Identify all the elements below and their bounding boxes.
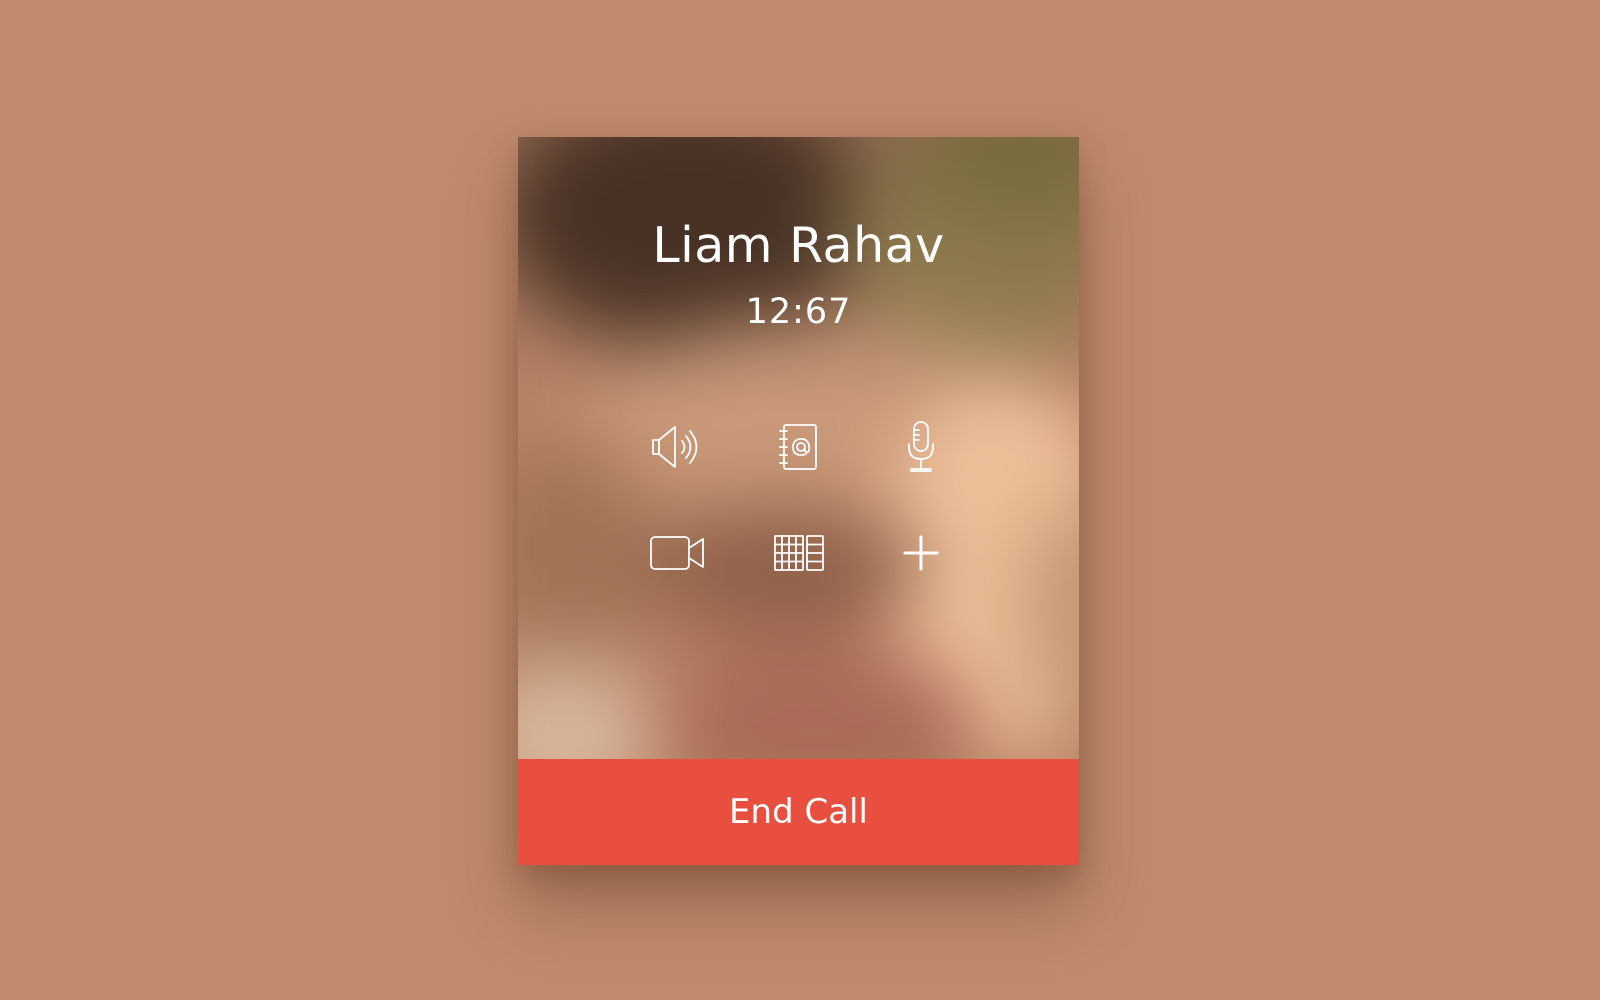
- end-call-button[interactable]: End Call: [518, 759, 1079, 865]
- keypad-icon: [774, 535, 824, 571]
- microphone-icon: [908, 421, 934, 472]
- caller-name: Liam Rahav: [652, 217, 945, 274]
- mute-button[interactable]: [886, 412, 956, 482]
- add-call-button[interactable]: [886, 518, 956, 588]
- video-camera-icon: [650, 536, 704, 570]
- call-duration: 12:67: [745, 292, 852, 332]
- contacts-button[interactable]: [764, 412, 834, 482]
- speaker-icon: [652, 426, 698, 468]
- video-button[interactable]: [642, 518, 712, 588]
- plus-icon: [903, 535, 939, 571]
- address-book-icon: [779, 424, 817, 470]
- speaker-button[interactable]: [642, 412, 712, 482]
- keypad-button[interactable]: [764, 518, 834, 588]
- call-card: Liam Rahav 12:67 End Call: [518, 137, 1079, 865]
